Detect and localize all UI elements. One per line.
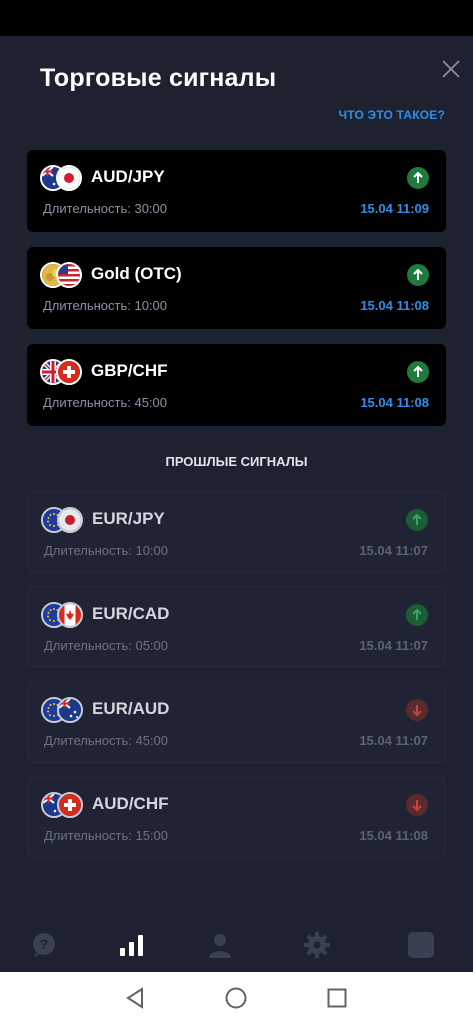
page-title: Торговые сигналы — [40, 64, 277, 92]
signal-duration: Длительность: 45:00 — [43, 395, 168, 410]
home-icon[interactable] — [224, 986, 248, 1010]
arrow-up-icon — [407, 167, 429, 189]
past-signal-card[interactable]: EUR/CAD Длительность: 05:00 15.04 11:07 — [27, 586, 446, 668]
australia-flag-icon — [57, 697, 83, 723]
signal-time: 15.04 11:07 — [359, 543, 428, 558]
pair-flags — [41, 697, 85, 723]
past-signal-card[interactable]: EUR/AUD Длительность: 45:00 15.04 11:07 — [27, 681, 446, 763]
pair-name: GBP/CHF — [91, 361, 168, 380]
pair-name: EUR/AUD — [92, 699, 170, 718]
profile-icon[interactable] — [206, 931, 234, 959]
back-icon[interactable] — [123, 986, 147, 1010]
signals-panel: Торговые сигналы ЧТО ЭТО ТАКОЕ? AUD/JPY … — [0, 36, 473, 972]
canada-flag-icon — [57, 602, 83, 628]
pair-flags — [40, 165, 84, 191]
arrow-up-icon — [406, 509, 428, 531]
pair-flags — [40, 262, 84, 288]
usa-flag-icon — [56, 262, 82, 288]
pair-name: EUR/CAD — [92, 604, 170, 623]
signal-time: 15.04 11:09 — [360, 201, 429, 216]
signals-bars-icon[interactable] — [118, 931, 146, 959]
switzerland-flag-icon — [56, 359, 82, 385]
signal-duration: Длительность: 10:00 — [44, 543, 169, 558]
switzerland-flag-icon — [57, 792, 83, 818]
signal-time: 15.04 11:08 — [359, 828, 428, 843]
arrow-down-icon — [406, 699, 428, 721]
japan-flag-icon — [57, 507, 83, 533]
arrow-up-icon — [406, 604, 428, 626]
pair-flags — [41, 507, 85, 533]
svg-text:?: ? — [40, 936, 49, 952]
signal-time: 15.04 11:07 — [359, 733, 428, 748]
japan-flag-icon — [56, 165, 82, 191]
square-icon[interactable] — [407, 931, 435, 959]
signal-duration: Длительность: 45:00 — [44, 733, 169, 748]
active-signal-card[interactable]: AUD/JPY Длительность: 30:00 15.04 11:09 — [27, 150, 446, 232]
past-signal-card[interactable]: EUR/JPY Длительность: 10:00 15.04 11:07 — [27, 491, 446, 573]
signal-duration: Длительность: 05:00 — [44, 638, 169, 653]
close-icon[interactable] — [440, 58, 462, 80]
settings-gear-icon[interactable] — [303, 931, 331, 959]
pair-flags — [41, 792, 85, 818]
arrow-up-icon — [407, 361, 429, 383]
pair-flags — [41, 602, 85, 628]
bottom-nav: ? — [0, 925, 473, 972]
active-signal-card[interactable]: Gold (OTC) Длительность: 10:00 15.04 11:… — [27, 247, 446, 329]
what-is-this-link[interactable]: ЧТО ЭТО ТАКОЕ? — [339, 108, 445, 122]
pair-name: EUR/JPY — [92, 509, 165, 528]
pair-flags — [40, 359, 84, 385]
pair-name: AUD/JPY — [91, 167, 165, 186]
past-signals-heading: ПРОШЛЫЕ СИГНАЛЫ — [165, 454, 308, 469]
arrow-down-icon — [406, 794, 428, 816]
signal-time: 15.04 11:08 — [360, 395, 429, 410]
pair-name: Gold (OTC) — [91, 264, 182, 283]
help-icon[interactable]: ? — [30, 931, 58, 959]
signal-time: 15.04 11:08 — [360, 298, 429, 313]
signal-duration: Длительность: 15:00 — [44, 828, 169, 843]
active-signal-card[interactable]: GBP/CHF Длительность: 45:00 15.04 11:08 — [27, 344, 446, 426]
arrow-up-icon — [407, 264, 429, 286]
pair-name: AUD/CHF — [92, 794, 169, 813]
system-nav-bar — [0, 972, 473, 1024]
past-signal-card[interactable]: AUD/CHF Длительность: 15:00 15.04 11:08 — [27, 776, 446, 858]
recents-icon[interactable] — [325, 986, 349, 1010]
status-bar — [0, 0, 473, 36]
signal-time: 15.04 11:07 — [359, 638, 428, 653]
signal-duration: Длительность: 30:00 — [43, 201, 168, 216]
signal-duration: Длительность: 10:00 — [43, 298, 168, 313]
